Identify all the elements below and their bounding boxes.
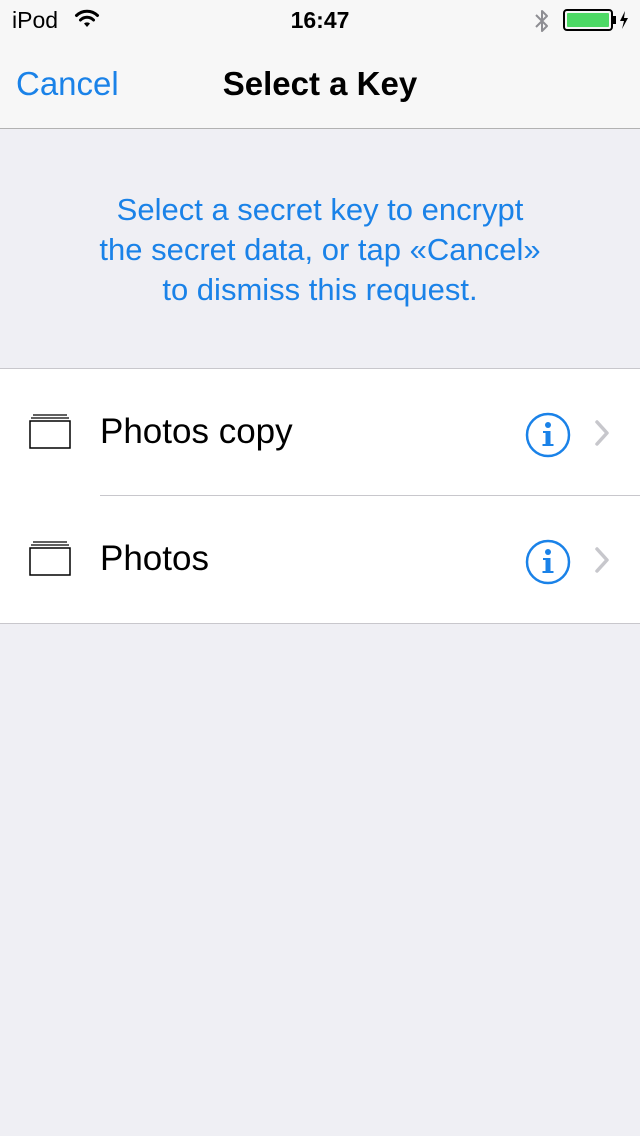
cancel-button[interactable]: Cancel: [16, 64, 119, 104]
battery-icon: [563, 9, 631, 36]
folder-icon: [29, 414, 71, 455]
instruction-line: the secret data, or tap «Cancel»: [99, 232, 541, 267]
key-row-photos[interactable]: Photos: [0, 496, 640, 623]
key-list: Photos copy Photos: [0, 368, 640, 624]
navigation-bar: Cancel Select a Key: [0, 40, 640, 129]
info-icon[interactable]: [525, 539, 571, 590]
bluetooth-icon: [534, 8, 550, 39]
folder-icon: [29, 541, 71, 582]
key-row-photos-copy[interactable]: Photos copy: [0, 369, 640, 496]
instruction-line: Select a secret key to encrypt: [116, 192, 524, 227]
status-bar: iPod 16:47: [0, 0, 640, 40]
info-icon[interactable]: [525, 412, 571, 463]
key-name: Photos: [100, 539, 209, 578]
key-name: Photos copy: [100, 412, 293, 451]
instruction-line: to dismiss this request.: [162, 272, 478, 307]
instruction-text: Select a secret key to encrypt the secre…: [40, 190, 600, 310]
chevron-right-icon: [593, 546, 611, 579]
chevron-right-icon: [593, 419, 611, 452]
